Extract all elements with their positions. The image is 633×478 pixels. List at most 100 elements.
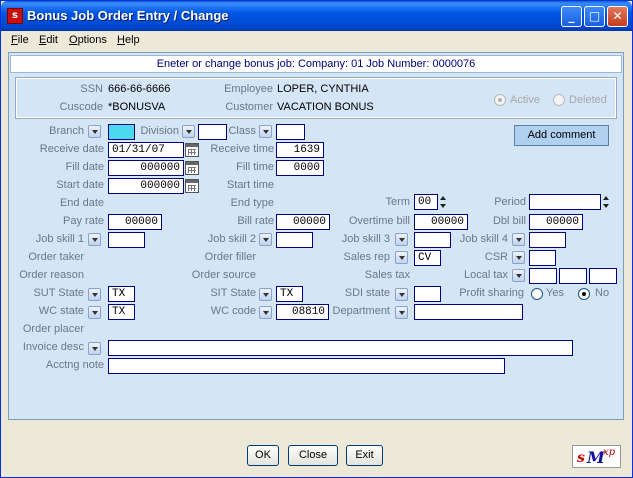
logo-xp-text: xp: [603, 447, 616, 458]
menu-edit[interactable]: Edit: [39, 34, 58, 46]
profit-sharing-yes-label: Yes: [546, 287, 564, 299]
job-skill-3-dropdown-icon[interactable]: [395, 233, 408, 246]
app-logo-icon[interactable]: s: [7, 8, 23, 24]
maximize-icon[interactable]: □: [584, 6, 605, 27]
customer-value: VACATION BONUS: [277, 101, 374, 113]
menu-options[interactable]: Options: [69, 34, 107, 46]
acctng-note-field[interactable]: [108, 358, 505, 374]
overtime-bill-field[interactable]: 00000: [414, 214, 468, 230]
order-reason-label: Order reason: [19, 269, 84, 281]
receive-date-calendar-icon[interactable]: [185, 143, 199, 157]
minimize-icon[interactable]: _: [561, 6, 582, 27]
invoice-desc-dropdown-icon[interactable]: [88, 342, 101, 355]
period-spinner-icon[interactable]: [603, 194, 611, 210]
class-dropdown-icon[interactable]: [259, 125, 272, 138]
csr-field[interactable]: [529, 250, 556, 266]
sales-rep-field[interactable]: CV: [414, 250, 441, 266]
start-date-label: Start date: [56, 179, 104, 191]
profit-sharing-yes-radio[interactable]: [531, 288, 543, 300]
pay-rate-field[interactable]: 00000: [108, 214, 162, 230]
division-field[interactable]: [198, 124, 227, 140]
start-date-calendar-icon[interactable]: [185, 179, 199, 193]
menu-file[interactable]: File: [11, 34, 29, 46]
job-skill-4-label: Job skill 4: [459, 233, 508, 245]
sdi-state-label: SDI state: [344, 287, 390, 299]
sdi-state-field[interactable]: [414, 286, 441, 302]
sales-tax-label: Sales tax: [364, 269, 410, 281]
sit-state-field[interactable]: TX: [276, 286, 303, 302]
division-label: Division: [140, 125, 179, 137]
fill-date-calendar-icon[interactable]: [185, 161, 199, 175]
sit-state-dropdown-icon[interactable]: [259, 288, 272, 301]
sdi-state-dropdown-icon[interactable]: [395, 288, 408, 301]
active-radio: [494, 94, 506, 106]
local-tax-dropdown-icon[interactable]: [512, 269, 525, 282]
job-skill-4-dropdown-icon[interactable]: [512, 233, 525, 246]
division-dropdown-icon[interactable]: [182, 125, 195, 138]
close-window-icon[interactable]: ✕: [607, 6, 628, 27]
ssn-value: 666-66-6666: [108, 83, 171, 95]
ssn-label: SSN: [80, 83, 103, 95]
close-button[interactable]: Close: [288, 445, 338, 466]
invoice-desc-field[interactable]: [108, 340, 573, 356]
job-skill-1-dropdown-icon[interactable]: [88, 233, 101, 246]
class-label: Class: [228, 125, 256, 137]
class-field[interactable]: [276, 124, 305, 140]
wc-code-dropdown-icon[interactable]: [259, 306, 272, 319]
fill-time-field[interactable]: 0000: [276, 160, 324, 176]
add-comment-button[interactable]: Add comment: [514, 125, 609, 146]
wc-state-field[interactable]: TX: [108, 304, 135, 320]
bill-rate-field[interactable]: 00000: [276, 214, 330, 230]
sales-rep-label: Sales rep: [343, 251, 390, 263]
job-skill-4-field[interactable]: [529, 232, 566, 248]
job-skill-1-field[interactable]: [108, 232, 145, 248]
acctng-note-label: Acctng note: [45, 359, 104, 371]
active-label: Active: [510, 94, 540, 106]
logo-s-letter: s: [577, 450, 585, 466]
local-tax-field-2[interactable]: [559, 268, 587, 284]
menu-help[interactable]: Help: [117, 34, 140, 46]
period-field[interactable]: [529, 194, 601, 210]
receive-time-field[interactable]: 1639: [276, 142, 324, 158]
ok-button[interactable]: OK: [247, 445, 279, 466]
term-spinner-icon[interactable]: [440, 194, 448, 210]
local-tax-field-1[interactable]: [529, 268, 557, 284]
sut-state-field[interactable]: TX: [108, 286, 135, 302]
employee-label: Employee: [224, 83, 273, 95]
bill-rate-label: Bill rate: [237, 215, 274, 227]
wc-state-label: WC state: [38, 305, 84, 317]
end-type-label: End type: [230, 197, 274, 209]
receive-date-label: Receive date: [39, 143, 104, 155]
order-taker-label: Order taker: [28, 251, 84, 263]
exit-button[interactable]: Exit: [346, 445, 383, 466]
term-field[interactable]: 00: [414, 194, 438, 210]
local-tax-field-3[interactable]: [589, 268, 617, 284]
term-label: Term: [385, 196, 410, 208]
job-skill-2-field[interactable]: [276, 232, 313, 248]
pay-rate-label: Pay rate: [63, 215, 104, 227]
job-skill-2-dropdown-icon[interactable]: [259, 233, 272, 246]
profit-sharing-no-radio[interactable]: [578, 288, 590, 300]
fill-date-field[interactable]: 000000: [108, 160, 184, 176]
department-dropdown-icon[interactable]: [395, 306, 408, 319]
dbl-bill-field[interactable]: 00000: [529, 214, 583, 230]
fill-time-label: Fill time: [236, 161, 274, 173]
order-filler-label: Order filler: [204, 251, 256, 263]
deleted-label: Deleted: [569, 94, 607, 106]
branch-field[interactable]: [108, 124, 135, 140]
start-date-field[interactable]: 000000: [108, 178, 184, 194]
order-placer-label: Order placer: [22, 323, 84, 335]
receive-date-field[interactable]: 01/31/07: [108, 142, 184, 158]
overtime-bill-label: Overtime bill: [348, 215, 410, 227]
dbl-bill-label: Dbl bill: [492, 215, 526, 227]
sut-state-dropdown-icon[interactable]: [88, 288, 101, 301]
period-label: Period: [494, 196, 526, 208]
wc-state-dropdown-icon[interactable]: [88, 306, 101, 319]
branch-dropdown-icon[interactable]: [88, 125, 101, 138]
branch-label: Branch: [49, 125, 84, 137]
department-field[interactable]: [414, 304, 523, 320]
sit-state-label: SIT State: [210, 287, 256, 299]
title-bar[interactable]: s Bonus Job Order Entry / Change _ □ ✕: [1, 1, 632, 31]
csr-dropdown-icon[interactable]: [512, 251, 525, 264]
sales-rep-dropdown-icon[interactable]: [395, 251, 408, 264]
